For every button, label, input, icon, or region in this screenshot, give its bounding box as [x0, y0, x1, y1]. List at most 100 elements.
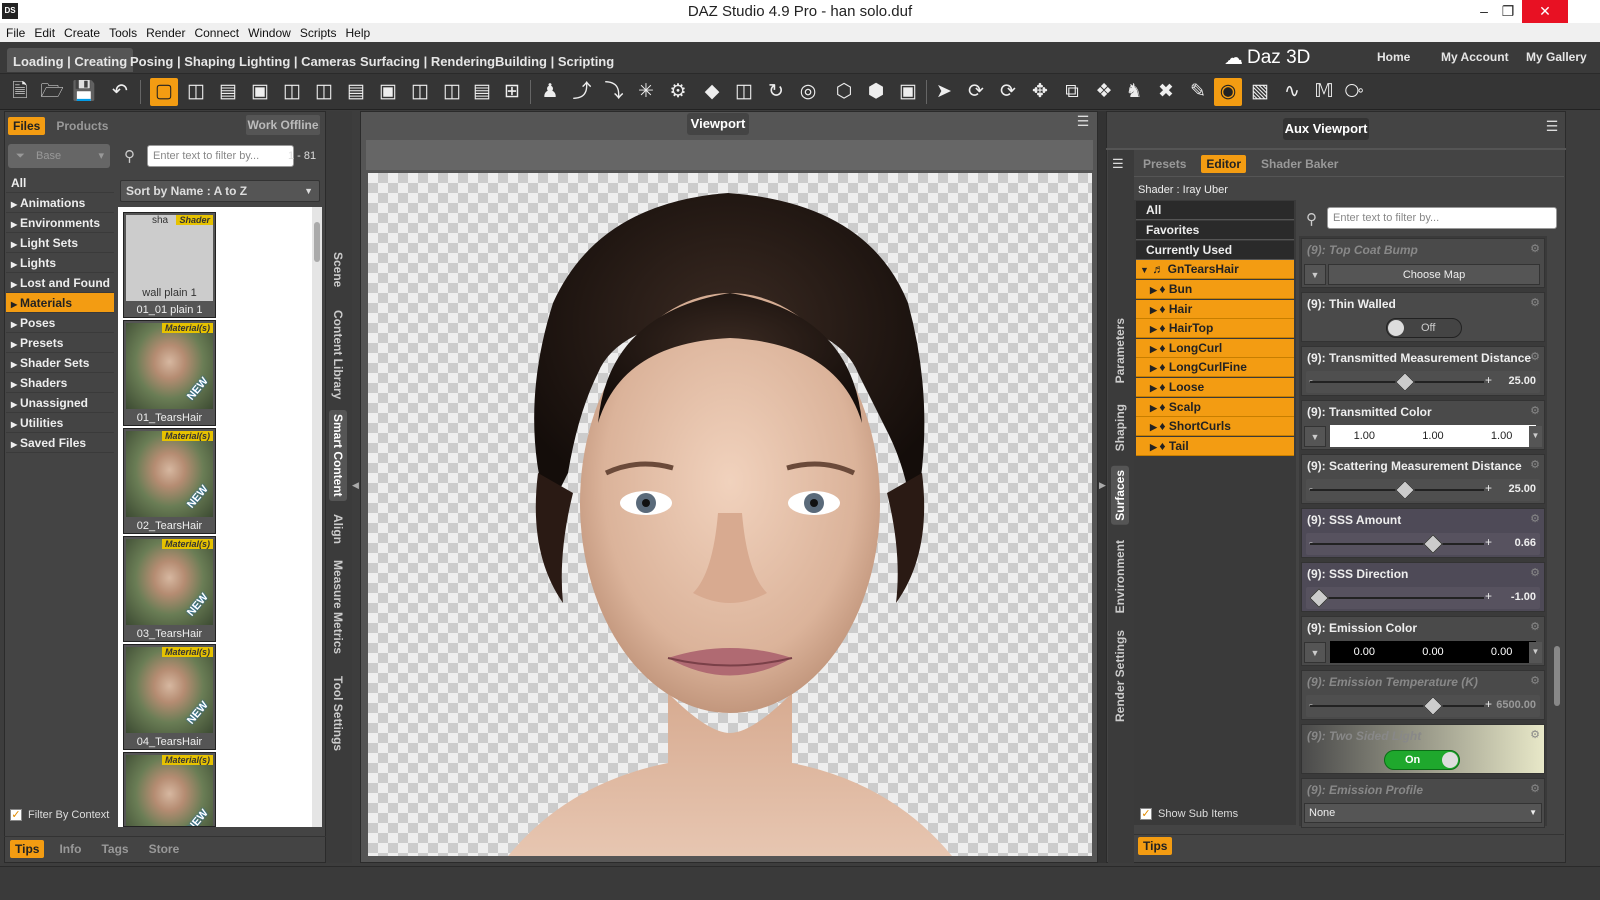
aux-viewport-title[interactable]: Aux Viewport [1283, 118, 1369, 140]
menu-help[interactable]: Help [344, 23, 378, 42]
tab-posing-shaping[interactable]: Posing | Shaping [124, 48, 241, 72]
aux-menu-icon[interactable]: ☰ [1543, 118, 1561, 138]
property-scrollbar[interactable] [1552, 236, 1562, 826]
thumb-01-tearshair[interactable]: Material(s) NEW 01_TearsHair [123, 320, 216, 426]
tree-item-bun[interactable]: ▶ ♦ Bun [1136, 280, 1294, 299]
rotate-tool-icon[interactable]: ⟳ [994, 78, 1022, 106]
layout-single-icon[interactable]: ▢ [150, 78, 178, 106]
gear-icon[interactable]: ⚙ [1530, 242, 1540, 255]
side-tab-render-settings[interactable]: Render Settings [1113, 630, 1127, 722]
temperature-slider[interactable]: - +6500.00 [1306, 695, 1540, 717]
group-icon[interactable]: ♟ [536, 78, 564, 106]
color-values[interactable]: 1.00 1.00 1.00 [1330, 425, 1536, 447]
gear-icon[interactable]: ⚙ [1530, 350, 1540, 363]
menu-window[interactable]: Window [246, 23, 298, 42]
tree-item-longcurl[interactable]: ▶ ♦ LongCurl [1136, 338, 1294, 358]
side-tab-scene[interactable]: Scene [331, 252, 345, 287]
color-b[interactable]: 0.00 [1491, 646, 1512, 658]
tab-loading-creating[interactable]: Loading | Creating [7, 48, 134, 72]
category-shaders[interactable]: ▶ Shaders [6, 373, 114, 393]
layout-3b-icon[interactable]: ◫ [278, 78, 306, 106]
tree-item-loose[interactable]: ▶ ♦ Loose [1136, 378, 1294, 397]
menu-scripts[interactable]: Scripts [298, 23, 344, 42]
content-filter-input[interactable]: Enter text to filter by... [147, 145, 294, 167]
tab-tags[interactable]: Tags [96, 840, 133, 858]
home-link[interactable]: Home [1377, 50, 1410, 64]
tree-item-hairtop[interactable]: ▶ ♦ HairTop [1136, 319, 1294, 339]
thumb-03-tearshair[interactable]: Material(s) NEW 03_TearsHair [123, 536, 216, 642]
surface-selection-icon[interactable]: ❖ [1090, 78, 1118, 106]
camera-orbit-icon[interactable]: ⚙ [664, 78, 692, 106]
color-b[interactable]: 1.00 [1491, 430, 1512, 442]
tab-presets[interactable]: Presets [1138, 155, 1191, 173]
tab-tips[interactable]: Tips [1138, 837, 1173, 855]
category-environments[interactable]: ▶ Environments [6, 213, 114, 233]
menu-edit[interactable]: Edit [32, 23, 62, 42]
color-g[interactable]: 0.00 [1422, 646, 1443, 658]
thumbnail-scrollbar[interactable] [312, 207, 322, 827]
box-icon[interactable]: ▣ [894, 78, 922, 106]
render-settings-icon[interactable]: ▧ [1246, 78, 1274, 106]
color-map-dropdown[interactable]: ▼ [1304, 426, 1326, 447]
filter-context-checkbox[interactable]: ✓ [10, 809, 22, 821]
category-unassigned[interactable]: ▶ Unassigned [6, 393, 114, 413]
menu-create[interactable]: Create [62, 23, 107, 42]
category-utilities[interactable]: ▶ Utilities [6, 413, 114, 433]
slider-knob[interactable] [1423, 696, 1443, 716]
tab-products[interactable]: Products [51, 117, 113, 135]
geometry-icon[interactable]: ⬡ [830, 78, 858, 106]
viewport-canvas[interactable] [368, 173, 1092, 856]
cube-icon[interactable]: ◫ [730, 78, 758, 106]
menu-tools[interactable]: Tools [107, 23, 144, 42]
gear-icon[interactable]: ⚙ [1530, 674, 1540, 687]
gear-icon[interactable]: ⚙ [1530, 728, 1540, 741]
color-g[interactable]: 1.00 [1422, 430, 1443, 442]
tab-files[interactable]: Files [8, 117, 46, 135]
new-scene-icon[interactable]: 🗎 [6, 78, 34, 106]
slider-value[interactable]: 25.00 [1508, 483, 1536, 495]
emission-profile-select[interactable]: None ▼ [1304, 803, 1542, 823]
menu-connect[interactable]: Connect [192, 23, 246, 42]
work-offline-button[interactable]: Work Offline [246, 115, 320, 135]
side-tab-shaping[interactable]: Shaping [1113, 404, 1127, 451]
layout-3e-icon[interactable]: ▣ [374, 78, 402, 106]
sort-dropdown[interactable]: Sort by Name : A to Z ▼ [120, 180, 320, 202]
tab-info[interactable]: Info [54, 840, 86, 858]
thumb-02-tearshair[interactable]: Material(s) NEW 02_TearsHair [123, 428, 216, 534]
layout-4c-icon[interactable]: ▤ [468, 78, 496, 106]
layout-split-v-icon[interactable]: ◫ [182, 78, 210, 106]
side-tab-smart-content[interactable]: Smart Content [329, 410, 347, 501]
category-poses[interactable]: ▶ Poses [6, 313, 114, 333]
gear-icon[interactable]: ⚙ [1530, 458, 1540, 471]
thumb-05-tearshair[interactable]: Material(s) NEW [123, 752, 216, 827]
layout-4a-icon[interactable]: ◫ [406, 78, 434, 106]
base-dropdown[interactable]: ⏷ Base ▾ [8, 144, 110, 168]
category-presets[interactable]: ▶ Presets [6, 333, 114, 353]
distance-slider[interactable]: - +25.00 [1306, 479, 1540, 501]
morph-icon[interactable]: 𝕄 [1310, 78, 1338, 106]
map-dropdown[interactable]: ▼ [1304, 264, 1326, 285]
gear-icon[interactable]: ⚙ [1530, 512, 1540, 525]
sss-direction-slider[interactable]: + -1.00 [1306, 587, 1540, 609]
undo-icon[interactable]: ↶ [106, 78, 134, 106]
tab-tips[interactable]: Tips [10, 839, 45, 858]
collapse-left-icon[interactable]: ◀ [352, 480, 359, 491]
slider-value[interactable]: 25.00 [1508, 375, 1536, 387]
hair-icon[interactable]: ∿ [1278, 78, 1306, 106]
rotate-icon[interactable]: ↻ [762, 78, 790, 106]
tree-root-gntearshair[interactable]: ▼ ♬ GnTearsHair [1136, 260, 1294, 279]
my-gallery-link[interactable]: My Gallery [1526, 50, 1587, 64]
node-icon[interactable]: ◆ [698, 78, 726, 106]
category-materials[interactable]: ▶ Materials [6, 293, 114, 313]
category-light-sets[interactable]: ▶ Light Sets [6, 233, 114, 253]
choose-map-button[interactable]: Choose Map [1328, 264, 1540, 285]
render-icon[interactable]: ⧂ [1340, 78, 1368, 106]
gear-icon[interactable]: ⚙ [1530, 566, 1540, 579]
surface-cat-currently-used[interactable]: Currently Used [1136, 241, 1294, 260]
tab-store[interactable]: Store [144, 840, 185, 858]
color-map-dropdown[interactable]: ▼ [1304, 642, 1326, 663]
gear-icon[interactable]: ⚙ [1530, 782, 1540, 795]
side-tab-surfaces[interactable]: Surfaces [1111, 466, 1129, 525]
gear-icon[interactable]: ⚙ [1530, 296, 1540, 309]
color-r[interactable]: 0.00 [1354, 646, 1375, 658]
